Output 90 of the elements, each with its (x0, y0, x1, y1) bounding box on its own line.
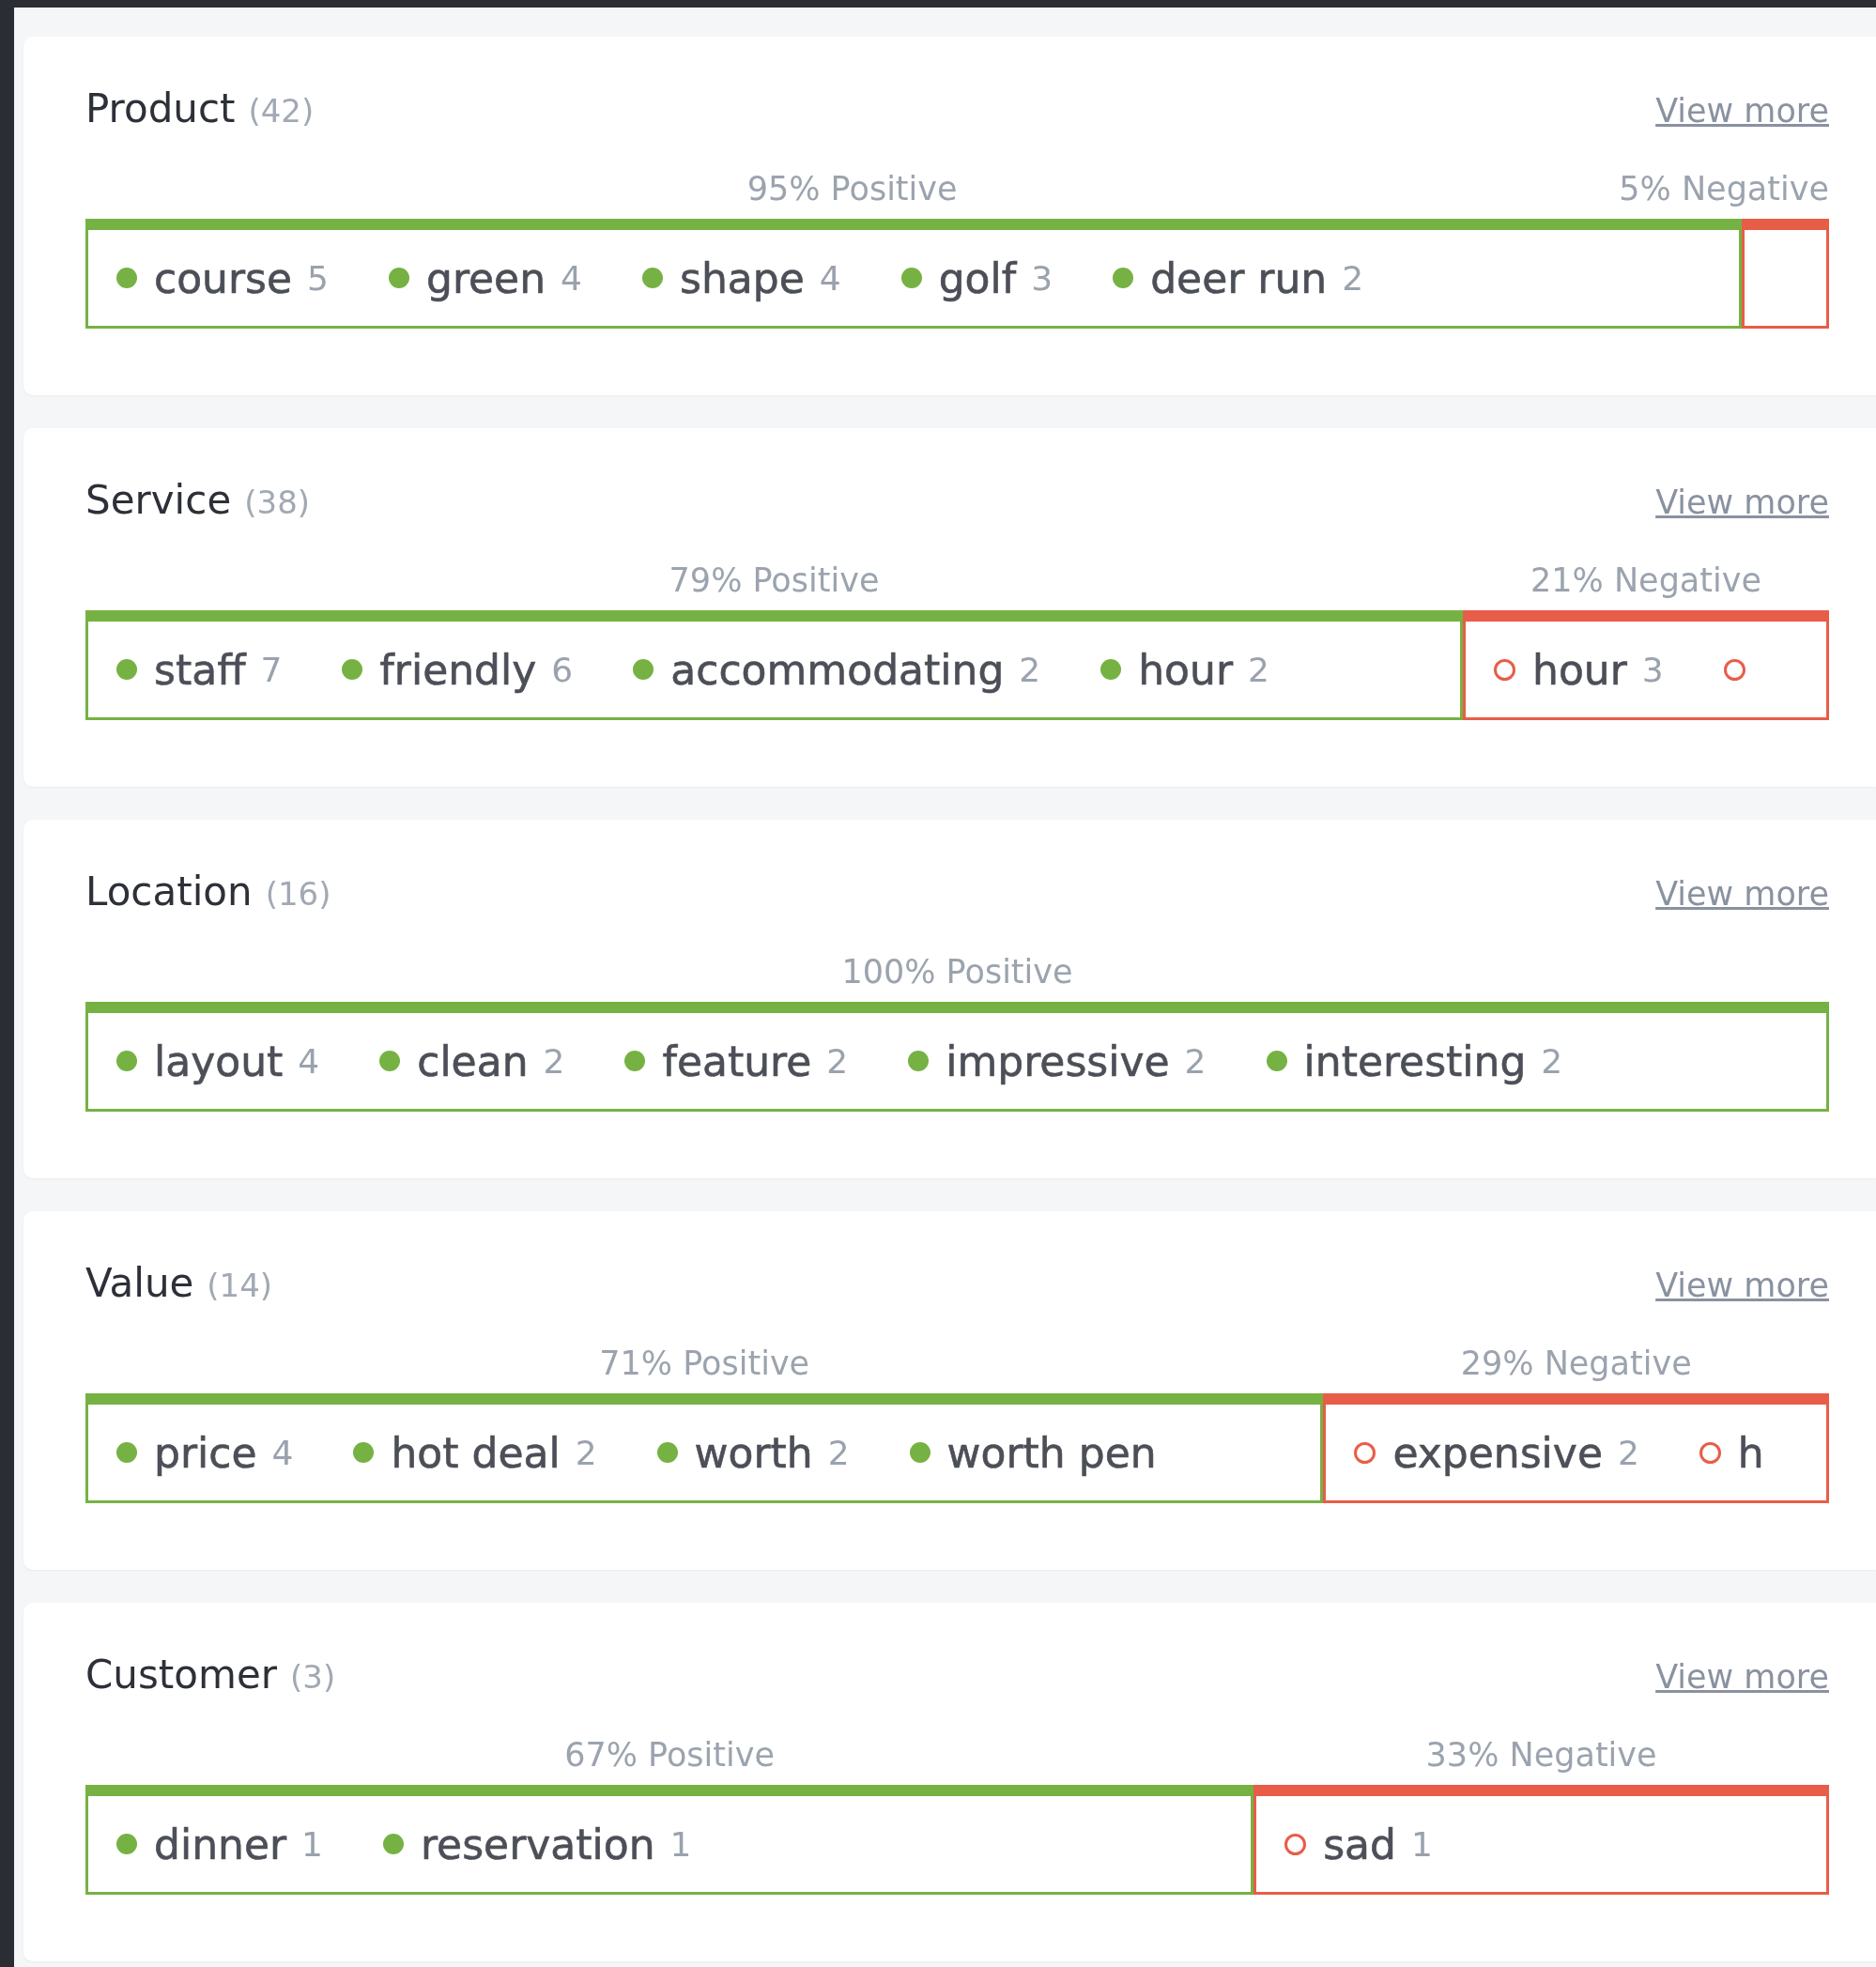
section-count: (16) (265, 875, 331, 913)
keyword-count: 2 (1184, 1041, 1207, 1081)
keyword[interactable]: hour (1532, 645, 1627, 694)
keyword[interactable]: worth (694, 1428, 813, 1477)
keyword[interactable]: interesting (1303, 1037, 1527, 1085)
sentiment-label: 33% Negative (1424, 1736, 1658, 1775)
keyword[interactable]: worth pen (946, 1428, 1157, 1477)
dot-icon (116, 1442, 137, 1463)
dot-icon (642, 268, 663, 288)
dot-icon (379, 1051, 401, 1071)
keyword-count: 4 (271, 1433, 294, 1472)
keyword[interactable]: clean (417, 1037, 529, 1085)
ring-icon (1354, 1441, 1376, 1464)
ring-icon (1699, 1441, 1721, 1464)
keyword[interactable]: feature (662, 1037, 812, 1085)
keyword-count: 1 (1411, 1824, 1433, 1864)
keyword-count: 2 (1019, 650, 1041, 689)
keyword-count: 1 (301, 1824, 323, 1864)
section-title: Location (85, 868, 253, 914)
keyword-count: 2 (1617, 1433, 1639, 1472)
dot-icon (1266, 1051, 1287, 1071)
dot-icon (116, 659, 137, 680)
dot-icon (656, 1442, 678, 1463)
dot-icon (909, 1442, 930, 1463)
keyword[interactable]: friendly (379, 645, 537, 694)
section-title: Value (85, 1260, 194, 1306)
section-title: Customer (85, 1652, 277, 1698)
section-count: (3) (290, 1658, 336, 1696)
sentiment-label: 100% Positive (840, 953, 1074, 992)
ring-icon (1284, 1833, 1307, 1855)
keyword[interactable]: reservation (421, 1820, 655, 1868)
section-title: Service (85, 477, 232, 523)
sentiment-label: 5% Negative (1619, 170, 1829, 209)
keyword-count: 7 (260, 650, 283, 689)
keyword-count: 2 (1541, 1041, 1563, 1081)
keyword-count: 2 (1342, 258, 1364, 298)
dot-icon (116, 1834, 137, 1854)
keyword[interactable]: h (1737, 1428, 1764, 1477)
ring-icon (1723, 658, 1745, 681)
keyword-count: 2 (543, 1041, 565, 1081)
keyword-count: 4 (819, 258, 841, 298)
section-count: (14) (207, 1267, 273, 1304)
keyword[interactable]: sad (1323, 1820, 1396, 1868)
dot-icon (633, 659, 654, 680)
keyword[interactable]: green (426, 254, 546, 302)
dot-icon (624, 1051, 646, 1071)
keyword-count: 1 (669, 1824, 692, 1864)
dot-icon (389, 268, 409, 288)
keyword[interactable]: accommodating (670, 645, 1005, 694)
keyword[interactable]: dinner (154, 1820, 287, 1868)
keyword[interactable]: shape (680, 254, 805, 302)
dot-icon (342, 659, 363, 680)
keyword[interactable]: price (154, 1428, 257, 1477)
dot-icon (116, 1051, 137, 1071)
keyword[interactable]: golf (938, 254, 1017, 302)
keyword-count: 4 (561, 258, 582, 298)
keyword[interactable]: layout (154, 1037, 284, 1085)
sentiment-label: 79% Positive (668, 561, 881, 601)
sentiment-label: 71% Positive (598, 1345, 811, 1384)
dot-icon (116, 268, 137, 288)
keyword-count: 2 (826, 1041, 849, 1081)
keyword[interactable]: expensive (1392, 1428, 1603, 1477)
dot-icon (900, 268, 922, 288)
keyword-count: 4 (298, 1041, 320, 1081)
keyword[interactable]: course (154, 254, 293, 302)
section-title: Product (85, 85, 236, 131)
section-count: (42) (248, 92, 315, 130)
keyword[interactable]: hour (1138, 645, 1234, 694)
keyword-count: 3 (1031, 258, 1053, 298)
keyword-count: 2 (1248, 650, 1269, 689)
sentiment-label: 67% Positive (563, 1736, 776, 1775)
dot-icon (1100, 659, 1122, 680)
dot-icon (908, 1051, 930, 1071)
dot-icon (1113, 268, 1134, 288)
keyword[interactable]: staff (154, 645, 246, 694)
dot-icon (353, 1442, 375, 1463)
keyword-count: 2 (575, 1433, 597, 1472)
keyword[interactable]: deer run (1150, 254, 1328, 302)
dot-icon (383, 1834, 404, 1854)
keyword-count: 6 (551, 650, 574, 689)
sentiment-label: 95% Positive (746, 170, 959, 209)
ring-icon (1494, 658, 1515, 681)
keyword[interactable]: hot deal (391, 1428, 561, 1477)
keyword-count: 5 (307, 258, 329, 298)
keyword-count: 3 (1641, 650, 1664, 689)
sentiment-label: 21% Negative (1530, 561, 1762, 601)
keyword-count: 2 (827, 1433, 850, 1472)
sentiment-label: 29% Negative (1459, 1345, 1693, 1384)
keyword[interactable]: impressive (946, 1037, 1170, 1085)
section-count: (38) (244, 484, 311, 521)
